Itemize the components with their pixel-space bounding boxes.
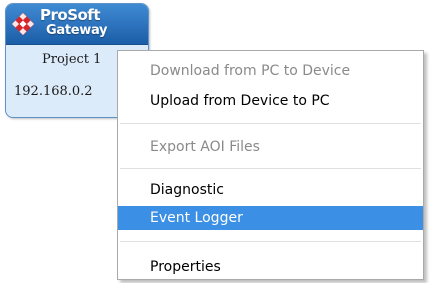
menu-item-upload-to-pc[interactable]: Upload from Device to PC xyxy=(118,89,423,113)
menu-separator xyxy=(120,241,421,242)
logo-line-1: ProSoft xyxy=(40,6,101,24)
menu-item-event-logger[interactable]: Event Logger xyxy=(118,206,423,230)
menu-item-diagnostic[interactable]: Diagnostic xyxy=(118,178,423,202)
context-menu: Download from PC to Device Upload from D… xyxy=(117,50,424,280)
device-logo-text: ProSoft Gateway xyxy=(40,6,108,39)
device-tile-header: ProSoft Gateway xyxy=(6,4,148,45)
prosoft-logo-icon xyxy=(11,12,35,36)
menu-separator xyxy=(120,123,421,124)
menu-separator xyxy=(120,168,421,169)
menu-item-export-aoi[interactable]: Export AOI Files xyxy=(118,135,423,159)
menu-item-download-to-device[interactable]: Download from PC to Device xyxy=(118,59,423,83)
logo-line-2: Gateway xyxy=(46,23,108,38)
device-ip-address: 192.168.0.2 xyxy=(14,84,93,99)
menu-item-properties[interactable]: Properties xyxy=(118,255,423,279)
